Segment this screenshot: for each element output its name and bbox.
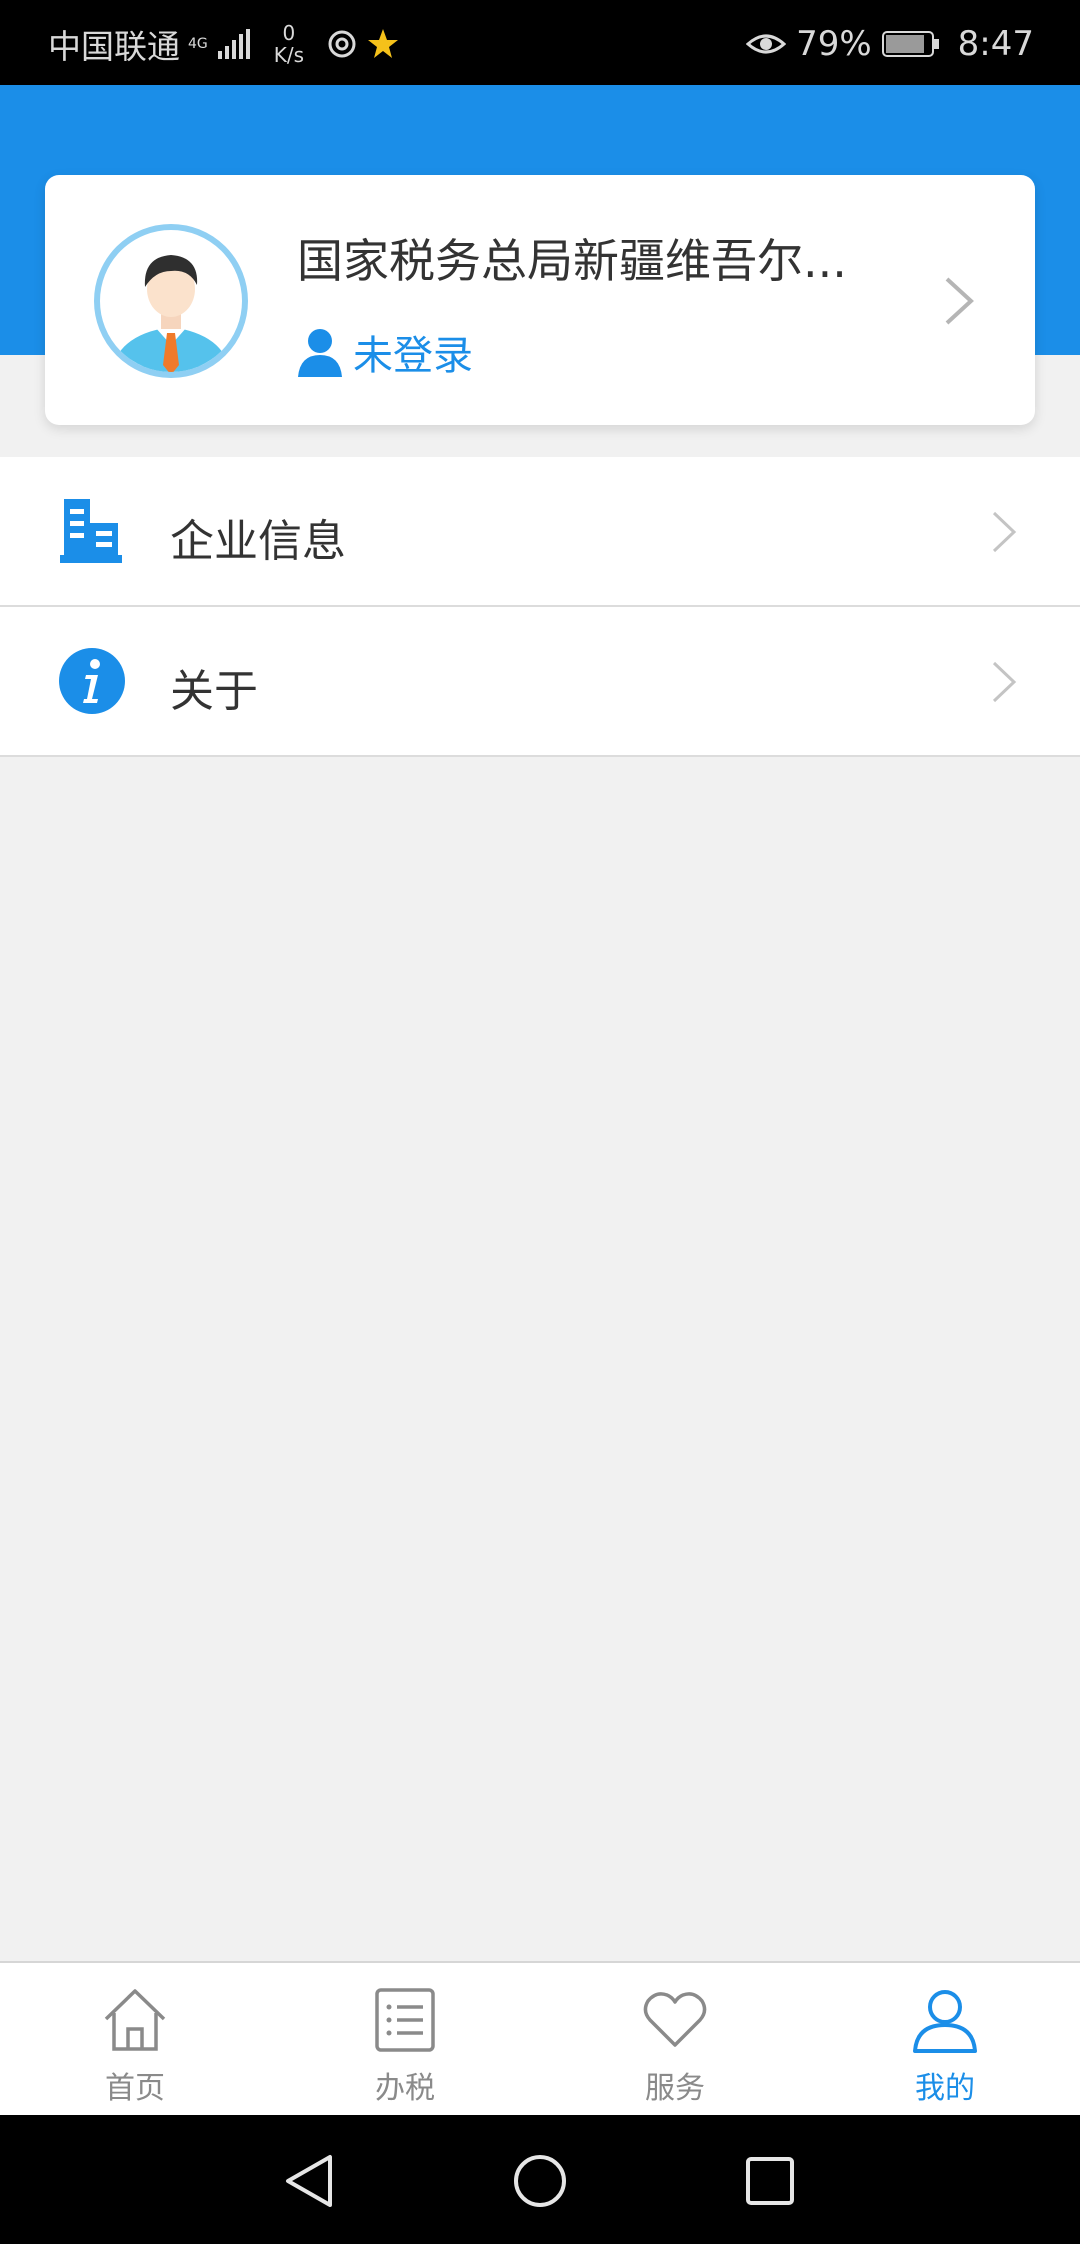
bottom-tab-bar: 首页 办税 服务 我的 xyxy=(0,1961,1080,2117)
home-circle-icon[interactable] xyxy=(512,2153,568,2209)
tab-tax[interactable]: 办税 xyxy=(270,1963,540,2117)
battery-percent: 79% xyxy=(796,24,872,64)
list-icon xyxy=(375,1988,435,2052)
back-icon[interactable] xyxy=(282,2153,338,2209)
tab-home[interactable]: 首页 xyxy=(0,1963,270,2117)
tab-label: 首页 xyxy=(105,2071,165,2106)
clock: 8:47 xyxy=(957,24,1034,64)
eye-icon xyxy=(746,34,787,54)
menu-list: 企业信息 关于 xyxy=(0,457,1080,757)
tab-service[interactable]: 服务 xyxy=(540,1963,810,2117)
avatar[interactable] xyxy=(93,223,249,379)
hotspot-icon xyxy=(328,30,356,58)
system-nav-bar xyxy=(0,2115,1080,2244)
tab-label: 办税 xyxy=(375,2071,435,2106)
user-icon xyxy=(913,1990,977,2053)
net-speed: 0 K/s xyxy=(273,21,305,67)
chevron-right-icon xyxy=(992,661,1017,703)
carrier-name: 中国联通 xyxy=(48,27,180,66)
menu-item-label: 企业信息 xyxy=(170,516,346,567)
star-badge-icon xyxy=(368,29,399,58)
login-status[interactable]: 未登录 xyxy=(297,323,473,381)
building-icon xyxy=(60,499,122,563)
chevron-right-icon xyxy=(945,277,974,325)
login-status-label: 未登录 xyxy=(353,333,473,379)
menu-item-company-info[interactable]: 企业信息 xyxy=(0,457,1080,607)
menu-item-about[interactable]: 关于 xyxy=(0,607,1080,757)
heart-icon xyxy=(643,1992,707,2047)
user-icon xyxy=(298,329,342,377)
status-left: 中国联通 4G 0 K/s xyxy=(48,20,400,68)
recents-icon[interactable] xyxy=(742,2153,798,2209)
home-icon xyxy=(104,1989,166,2051)
tab-mine[interactable]: 我的 xyxy=(810,1963,1080,2117)
info-icon xyxy=(59,648,125,714)
status-bar: 中国联通 4G 0 K/s 79% 8:47 xyxy=(0,0,1080,85)
signal-icon xyxy=(217,29,250,59)
tab-label: 服务 xyxy=(645,2071,705,2106)
profile-card[interactable]: 国家税务总局新疆维吾尔... 未登录 xyxy=(45,175,1035,425)
org-name: 国家税务总局新疆维吾尔... xyxy=(297,234,847,288)
chevron-right-icon xyxy=(992,511,1017,553)
status-right: 79% 8:47 xyxy=(746,20,1034,68)
network-type-badge: 4G xyxy=(188,36,208,52)
menu-item-label: 关于 xyxy=(170,666,258,717)
tab-label: 我的 xyxy=(915,2071,975,2106)
battery-icon xyxy=(881,31,939,57)
